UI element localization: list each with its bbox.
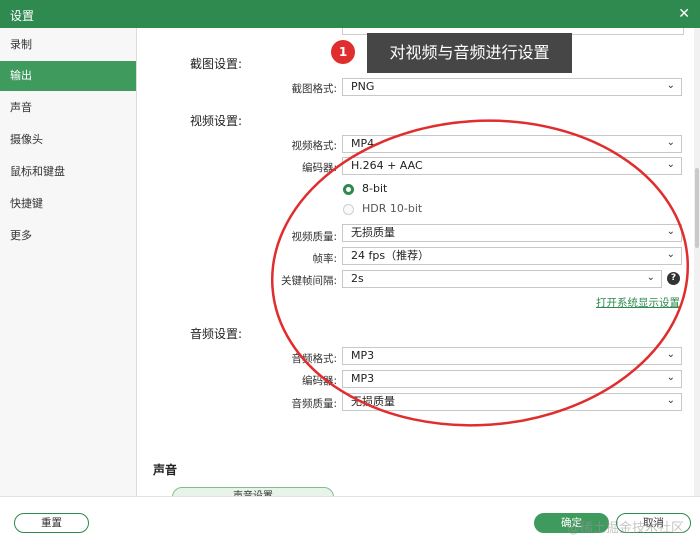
watermark: @稀土掘金技术社区 (566, 521, 684, 536)
reset-button[interactable]: 重置 (14, 513, 89, 533)
annotation-ellipse (270, 119, 690, 427)
